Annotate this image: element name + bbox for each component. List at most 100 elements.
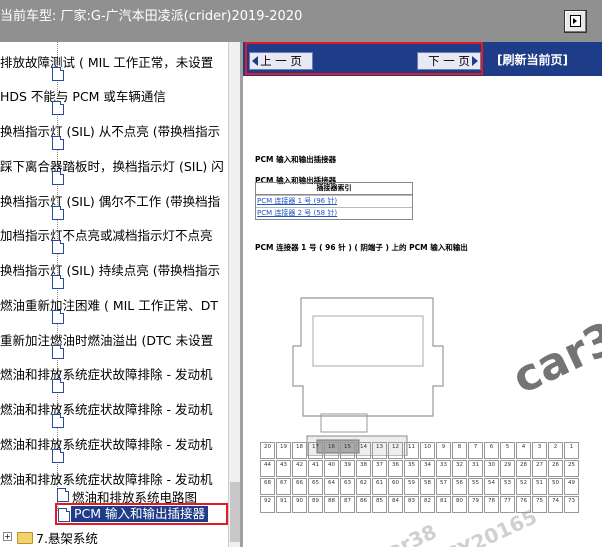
tree-item[interactable]: 换档指示灯 (SIL) 偶尔不工作 (带换档指	[0, 191, 220, 210]
document-icon	[52, 67, 64, 81]
connector-pin: 32	[452, 460, 467, 477]
connector-pin: 81	[436, 496, 451, 513]
pin-row-1: 20 19 18 17 16 15 14 13 12 11 10 9 8 7 6 5 4 3 2 1	[260, 442, 580, 459]
refresh-page-link[interactable]: [刷新当前页]	[497, 51, 568, 68]
connector-pin: 77	[500, 496, 515, 513]
prev-page-label: 上 一 页	[260, 54, 302, 68]
page-nav-bar: 上 一 页 下 一 页 [刷新当前页]	[243, 42, 602, 76]
connector-pin: 27	[532, 460, 547, 477]
connector-pin: 74	[548, 496, 563, 513]
document-icon	[52, 101, 64, 115]
connector-index-table: 插接器索引 PCM 连接器 1 号 (96 针) PCM 连接器 2 号 (58…	[255, 182, 413, 220]
document-icon	[52, 310, 64, 324]
tree-item[interactable]: HDS 不能与 PCM 或车辆通信	[0, 86, 166, 105]
connector-pin: 80	[452, 496, 467, 513]
tree-item[interactable]: 加档指示灯不点亮或减档指示灯不点亮	[0, 225, 213, 244]
next-page-button[interactable]: 下 一 页	[417, 52, 481, 70]
pin-row-3: 68 67 66 65 64 63 62 61 60 59 58 57 56 55 54 53 52 51 50 49	[260, 478, 580, 495]
scrollbar-thumb[interactable]	[230, 482, 240, 542]
tree-item[interactable]: 燃油和排放系统症状故障排除 - 发动机	[0, 434, 212, 453]
connector-pin: 30	[484, 460, 499, 477]
tree-item[interactable]: 踩下离合器踏板时，换档指示灯 (SIL) 闪	[0, 156, 224, 175]
tree-item[interactable]: 燃油重新加注困难 ( MIL 工作正常、DT	[0, 295, 218, 314]
tree-item[interactable]: 燃油和排放系统症状故障排除 - 发动机	[0, 364, 212, 383]
connector-pin: 79	[468, 496, 483, 513]
connector-pin: 87	[340, 496, 355, 513]
connector-pin: 29	[500, 460, 515, 477]
expand-icon[interactable]: +	[3, 532, 12, 541]
connector-pin: 49	[564, 478, 579, 495]
document-icon	[52, 275, 64, 289]
connector-pin: 86	[356, 496, 371, 513]
connector-pin: 36	[388, 460, 403, 477]
selected-tree-item[interactable]: PCM 输入和输出插接器	[55, 503, 228, 525]
document-icon	[52, 379, 64, 393]
pin-row-2: 44 43 42 41 40 39 38 37 36 35 34 33 32 31 30 29 28 27 26 25	[260, 460, 580, 477]
connector-pin: 39	[340, 460, 355, 477]
connector-pin: 35	[404, 460, 419, 477]
connector-pin: 14	[356, 442, 371, 459]
connector-pin: 19	[276, 442, 291, 459]
connector-pin: 75	[532, 496, 547, 513]
tree-item[interactable]: 排放故障测试 ( MIL 工作正常，未设置	[0, 52, 213, 71]
connector-pin: 41	[308, 460, 323, 477]
watermark: car38	[505, 299, 602, 405]
connector-pin: 3	[532, 442, 547, 459]
connector-pin: 54	[484, 478, 499, 495]
connector-pin: 51	[532, 478, 547, 495]
tree-item[interactable]: 燃油和排放系统症状故障排除 - 发动机	[0, 399, 212, 418]
connector-link-1[interactable]: PCM 连接器 1 号 (96 针)	[256, 195, 412, 207]
tree-item[interactable]: 重新加注燃油时燃油溢出 (DTC 未设置	[0, 330, 213, 349]
document-icon	[52, 345, 64, 359]
connector-pin: 26	[548, 460, 563, 477]
document-icon	[52, 171, 64, 185]
export-icon	[570, 15, 581, 27]
document-icon	[52, 414, 64, 428]
window-menu-button[interactable]	[564, 10, 587, 33]
selected-item-label: PCM 输入和输出插接器	[71, 506, 209, 522]
connector-pin: 62	[356, 478, 371, 495]
connector-pin: 18	[292, 442, 307, 459]
tree-item[interactable]: 燃油和排放系统症状故障排除 - 发动机	[0, 469, 212, 488]
document-icon	[52, 240, 64, 254]
connector-pin: 63	[340, 478, 355, 495]
connector-pin: 5	[500, 442, 515, 459]
navigation-tree: 排放故障测试 ( MIL 工作正常，未设置 HDS 不能与 PCM 或车辆通信 …	[0, 42, 240, 547]
connector-pin: 2	[548, 442, 563, 459]
connector-pin: 12	[388, 442, 403, 459]
table-header: 插接器索引	[256, 183, 412, 195]
connector-pin: 37	[372, 460, 387, 477]
tree-folder-suspension[interactable]: 7.悬架系统	[36, 528, 98, 547]
connector-pin: 11	[404, 442, 419, 459]
tree-item[interactable]: 换档指示灯 (SIL) 持续点亮 (带换档指示	[0, 260, 220, 279]
connector-pin: 60	[388, 478, 403, 495]
document-icon	[57, 488, 69, 502]
connector-pin: 43	[276, 460, 291, 477]
connector-pin: 50	[548, 478, 563, 495]
connector-pin: 10	[420, 442, 435, 459]
connector-pin: 58	[420, 478, 435, 495]
connector-drawing	[292, 297, 444, 456]
tree-item[interactable]: 换档指示灯 (SIL) 从不点亮 (带换档指示	[0, 121, 220, 140]
connector-pin: 16	[324, 442, 339, 459]
connector-link-2[interactable]: PCM 连接器 2 号 (58 针)	[256, 207, 412, 219]
connector-pin: 13	[372, 442, 387, 459]
connector-pin: 85	[372, 496, 387, 513]
connector-pin: 9	[436, 442, 451, 459]
document-icon	[58, 508, 70, 522]
connector-pin: 7	[468, 442, 483, 459]
connector-pin: 64	[324, 478, 339, 495]
connector-pin: 6	[484, 442, 499, 459]
connector-pin: 88	[324, 496, 339, 513]
connector-pin: 91	[276, 496, 291, 513]
connector-pin: 17	[308, 442, 323, 459]
document-pane: 上 一 页 下 一 页 [刷新当前页] PCM 输入和输出插接器 PCM 输入和…	[243, 42, 602, 547]
connector-pin: 55	[468, 478, 483, 495]
prev-page-button[interactable]: 上 一 页	[249, 52, 313, 70]
connector-pin: 90	[292, 496, 307, 513]
connector-pin: 78	[484, 496, 499, 513]
connector-pin: 66	[292, 478, 307, 495]
connector-pin: 31	[468, 460, 483, 477]
page-heading: PCM 输入和输出插接器	[255, 155, 337, 164]
left-arrow-icon	[252, 56, 258, 66]
